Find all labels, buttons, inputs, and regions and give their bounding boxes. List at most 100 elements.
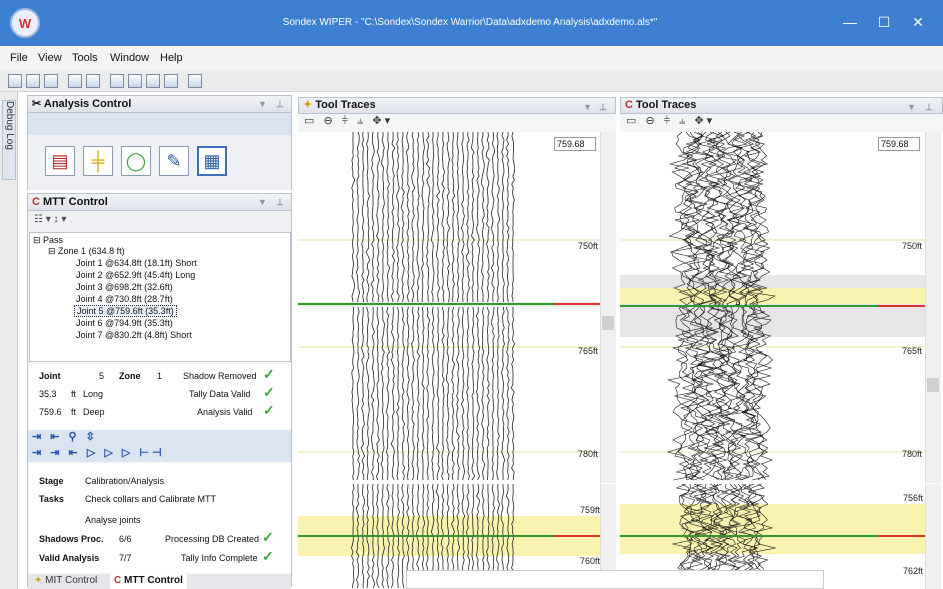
calibration-icon[interactable]: ╪ — [83, 146, 113, 176]
valid-label: Valid Analysis — [39, 553, 100, 563]
tree-node-joint-selected[interactable]: Joint 5 @759.6ft (35.3ft) — [74, 305, 177, 317]
tool-traces-right-header: C Tool Traces ▼ ⊥ — [620, 97, 943, 114]
check-icon: ✓ — [263, 384, 275, 400]
check-icon: ✓ — [263, 366, 275, 382]
dropdown-arrow-icon[interactable]: ▼ — [258, 96, 267, 112]
save-all-icon[interactable] — [86, 74, 100, 88]
menu-help[interactable]: Help — [160, 52, 183, 64]
dropdown-arrow-icon[interactable]: ▼ — [583, 100, 592, 115]
check-icon: ✓ — [262, 529, 274, 545]
depth-label: 765ft — [902, 346, 923, 356]
tools-icon[interactable] — [146, 74, 160, 88]
tree-node-joint[interactable]: Joint 7 @830.2ft (4.8ft) Short — [76, 330, 192, 340]
tool-traces-left-toolbar[interactable]: ▭ ⊖ ⫩ ⫨ ✥▾ — [298, 114, 616, 132]
debug-log-tab[interactable]: Debug Log — [2, 100, 16, 180]
trace-scrollbar-right-lower[interactable] — [925, 484, 941, 589]
tree-node-joint[interactable]: Joint 1 @634.8ft (18.1ft) Short — [76, 258, 197, 268]
mtt-icon: C — [32, 196, 43, 208]
trace-plot-left-upper[interactable] — [298, 132, 600, 483]
help-context-icon[interactable] — [128, 74, 142, 88]
joint-tree: ⊟ Pass ⊟ Zone 1 (634.8 ft) Joint 1 @634.… — [29, 232, 291, 362]
tool-traces-right-toolbar[interactable]: ▭ ⊖ ⫩ ⫨ ✥▾ — [620, 114, 943, 132]
menu-view[interactable]: View — [38, 52, 62, 64]
dropdown-arrow-icon[interactable]: ▼ — [907, 100, 916, 115]
depth-readout-left: 759.68 — [554, 137, 596, 151]
summary-report-icon[interactable]: ▦ — [197, 146, 227, 176]
analysis-control-title: Analysis Control — [43, 98, 132, 110]
trace-icon: ✦ — [303, 99, 316, 111]
mtt-control-header: C MTT Control ▼ ⊥ — [27, 193, 292, 211]
tree-node-zone[interactable]: ⊟ Zone 1 (634.8 ft) — [48, 246, 125, 257]
open-folder-icon[interactable] — [26, 74, 40, 88]
scroll-thumb[interactable] — [602, 316, 614, 330]
shadows-label: Shadows Proc. — [39, 534, 104, 544]
tree-node-joint[interactable]: Joint 3 @698.2ft (32.6ft) — [76, 282, 173, 292]
menu-tools[interactable]: Tools — [72, 52, 98, 64]
app-logo-icon[interactable]: W — [10, 8, 40, 38]
tree-node-pass[interactable]: ⊟ Pass — [33, 235, 63, 246]
trace-plot-right-upper[interactable] — [620, 132, 925, 483]
minimize-button[interactable]: — — [835, 12, 865, 32]
mtt-action-bar-2[interactable]: ⇥ ⇥ ⇤ ▷ ▷ ▷ ⊢⊣ — [28, 446, 291, 462]
length-value: 35.3 — [39, 389, 57, 399]
close-button[interactable]: ✕ — [903, 12, 933, 32]
tool-traces-left-title: Tool Traces — [315, 99, 376, 111]
tab-mtt-control[interactable]: C MTT Control — [110, 574, 187, 589]
shadows-value: 6/6 — [119, 534, 132, 544]
maximize-button[interactable]: ☐ — [869, 12, 899, 32]
edit-icon[interactable] — [110, 74, 124, 88]
trace-scrollbar-right[interactable] — [925, 132, 941, 483]
pin-icon[interactable]: ⊥ — [276, 96, 284, 112]
shadows-status: Processing DB Created — [165, 534, 260, 544]
joint-value: 5 — [99, 371, 105, 381]
wrench-icon: ✂ — [32, 98, 44, 110]
mtt-icon: C — [625, 99, 636, 111]
analysis-control-header: ✂ Analysis Control ▼ ⊥ — [27, 95, 292, 113]
stage-value: Calibration/Analysis — [85, 476, 165, 486]
mtt-tree-toolbar[interactable]: ☷ ▾ ↕ ▾ — [28, 211, 291, 232]
bottom-tab-strip: ✦ MIT Control C MTT Control — [28, 574, 291, 589]
edit-report-icon[interactable]: ✎ — [159, 146, 189, 176]
import-icon[interactable] — [44, 74, 58, 88]
tool-traces-right-title: Tool Traces — [636, 99, 697, 111]
menu-file[interactable]: File — [10, 52, 28, 64]
depth-label: 780ft — [902, 449, 923, 459]
depth-value: 759.6 — [39, 407, 62, 417]
window-title: Sondex WIPER - "C:\Sondex\Sondex Warrior… — [282, 17, 658, 28]
tree-node-joint[interactable]: Joint 6 @794.9ft (35.3ft) — [76, 318, 173, 328]
zone-value: 1 — [157, 371, 163, 381]
tree-node-joint[interactable]: Joint 4 @730.8ft (28.7ft) — [76, 294, 173, 304]
trace-scrollbar-left[interactable] — [600, 132, 616, 483]
tally-status: Tally Data Valid — [189, 389, 251, 399]
joints-list-icon[interactable]: ▤ — [45, 146, 75, 176]
dropdown-arrow-icon[interactable]: ▼ — [258, 194, 267, 210]
check-icon: ✓ — [263, 402, 275, 418]
valid-status: Tally Info Complete — [181, 553, 258, 563]
tab-mit-control[interactable]: ✦ MIT Control — [34, 575, 97, 586]
tree-node-joint[interactable]: Joint 2 @652.9ft (45.4ft) Long — [76, 270, 195, 280]
mtt-action-bar-1[interactable]: ⇥ ⇤ ⚲ ⇳ — [28, 430, 291, 446]
process-cycle-icon[interactable]: ◯ — [121, 146, 151, 176]
joint-label: Joint — [39, 371, 61, 381]
save-icon[interactable] — [68, 74, 82, 88]
depth-label: 750ft — [902, 241, 923, 251]
task-item: Check collars and Calibrate MTT — [85, 494, 217, 504]
scroll-thumb[interactable] — [927, 378, 939, 392]
depth-readout-right: 759.68 — [878, 137, 920, 151]
length-label: Long — [83, 389, 104, 399]
zone-label: Zone — [119, 371, 141, 381]
depth-label: 756ft — [903, 493, 924, 503]
menu-window[interactable]: Window — [110, 52, 149, 64]
new-file-icon[interactable] — [8, 74, 22, 88]
depth-label: 765ft — [578, 346, 599, 356]
pin-icon[interactable]: ⊥ — [599, 100, 607, 115]
valid-value: 7/7 — [119, 553, 132, 563]
report-icon[interactable] — [188, 74, 202, 88]
pin-icon[interactable]: ⊥ — [276, 194, 284, 210]
pin-icon[interactable]: ⊥ — [925, 100, 933, 115]
help-icon[interactable] — [164, 74, 178, 88]
title-bar: W Sondex WIPER - "C:\Sondex\Sondex Warri… — [0, 0, 943, 46]
stage-label: Stage — [39, 476, 64, 486]
joint-stats: Joint 5 Zone 1 Shadow Removed ✓ 35.3 ft … — [29, 364, 291, 430]
stage-summary: Stage Calibration/Analysis Tasks Check c… — [29, 463, 291, 573]
